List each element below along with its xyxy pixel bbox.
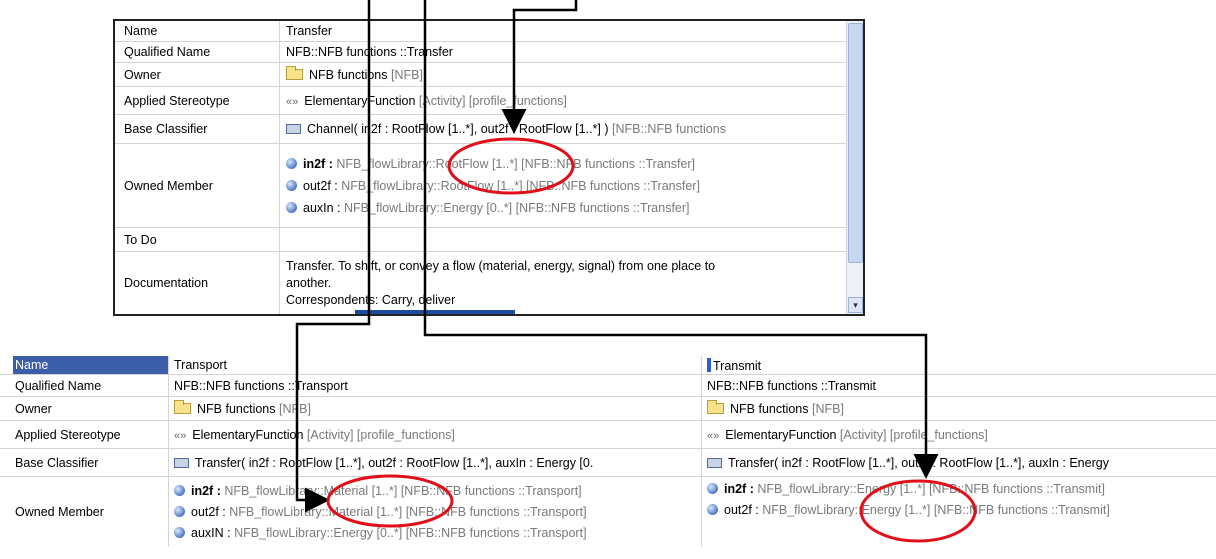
label-owner: Owner xyxy=(120,63,280,86)
row-owner[interactable]: Owner NFB functions [NFB] xyxy=(115,63,848,87)
transmit-qualified-name: NFB::NFB functions ::Transmit xyxy=(707,378,877,393)
brow-owned-member[interactable]: Owned Member in2f : NFB_flowLibrary::Mat… xyxy=(0,477,1216,547)
transport-qualified-name: NFB::NFB functions ::Transport xyxy=(174,378,348,393)
member-in2f[interactable]: in2f : NFB_flowLibrary::RootFlow [1..*] … xyxy=(286,153,848,175)
bottom-properties-panel: Name Transport Transmit Qualified Name N… xyxy=(0,356,1216,556)
stereotype-icon: «» xyxy=(286,95,299,108)
class-icon xyxy=(707,457,722,468)
row-name[interactable]: Name Transfer xyxy=(115,21,848,42)
blabel-base-classifier: Base Classifier xyxy=(15,455,99,470)
column-divider xyxy=(701,356,702,547)
label-to-do: To Do xyxy=(120,228,280,251)
value-owner: NFB functions xyxy=(309,67,388,82)
doc-line-1: Transfer. To shift, or convey a flow (ma… xyxy=(286,258,716,273)
brow-name[interactable]: Name Transport Transmit xyxy=(0,356,1216,375)
label-documentation: Documentation xyxy=(120,252,280,314)
property-icon xyxy=(174,484,185,496)
selection-indicator xyxy=(355,310,515,314)
folder-icon xyxy=(174,399,191,414)
transport-member-in2f[interactable]: in2f : NFB_flowLibrary::Material [1..*] … xyxy=(174,481,700,502)
property-icon xyxy=(174,505,185,517)
value-name: Transfer xyxy=(286,24,333,38)
property-icon xyxy=(707,504,718,515)
member-out2f[interactable]: out2f : NFB_flowLibrary::RootFlow [1..*]… xyxy=(286,175,848,197)
scrollbar-thumb[interactable] xyxy=(848,23,863,263)
row-qualified-name[interactable]: Qualified Name NFB::NFB functions ::Tran… xyxy=(115,42,848,63)
column-divider xyxy=(168,356,169,547)
class-icon xyxy=(174,457,189,468)
row-owned-member[interactable]: Owned Member in2f : NFB_flowLibrary::Roo… xyxy=(115,144,848,228)
row-to-do[interactable]: To Do xyxy=(115,228,848,252)
property-icon xyxy=(286,157,297,169)
member-auxin[interactable]: auxIn : NFB_flowLibrary::Energy [0..*] [… xyxy=(286,197,848,219)
label-name: Name xyxy=(120,21,280,41)
transmit-name: Transmit xyxy=(707,357,1216,373)
brow-applied-stereotype[interactable]: Applied Stereotype «» ElementaryFunction … xyxy=(0,421,1216,449)
folder-icon xyxy=(286,65,303,80)
property-icon xyxy=(286,179,297,191)
row-documentation[interactable]: Documentation Transfer. To shift, or con… xyxy=(115,252,848,314)
transport-member-auxin[interactable]: auxIN : NFB_flowLibrary::Energy [0..*] [… xyxy=(174,523,700,544)
brow-owner[interactable]: Owner NFB functions [NFB] NFB functions … xyxy=(0,397,1216,421)
stereotype-icon: «» xyxy=(174,429,187,442)
property-icon xyxy=(286,201,297,213)
blabel-qualified-name: Qualified Name xyxy=(15,378,102,393)
brow-qualified-name[interactable]: Qualified Name NFB::NFB functions ::Tran… xyxy=(0,375,1216,397)
property-icon xyxy=(174,526,185,538)
folder-icon xyxy=(707,399,724,414)
label-base-classifier: Base Classifier xyxy=(120,115,280,143)
doc-line-3: Correspondents: Carry, deliver xyxy=(286,292,456,307)
row-applied-stereotype[interactable]: Applied Stereotype «» ElementaryFunction … xyxy=(115,87,848,115)
value-qualified-name: NFB::NFB functions ::Transfer xyxy=(286,45,453,59)
value-stereotype: ElementaryFunction xyxy=(304,93,416,108)
property-icon xyxy=(707,483,718,494)
blabel-applied-stereotype: Applied Stereotype xyxy=(15,427,121,442)
vertical-scrollbar[interactable]: ▾ xyxy=(846,21,863,314)
stereotype-icon: «» xyxy=(707,429,720,442)
brow-base-classifier[interactable]: Base Classifier Transfer( in2f : RootFlo… xyxy=(0,449,1216,477)
value-base-classifier: Channel( in2f : RootFlow [1..*], out2f :… xyxy=(307,122,609,136)
transport-member-out2f[interactable]: out2f : NFB_flowLibrary::Material [1..*]… xyxy=(174,502,700,523)
row-base-classifier[interactable]: Base Classifier Channel( in2f : RootFlow… xyxy=(115,115,848,144)
label-qualified-name: Qualified Name xyxy=(120,42,280,62)
blabel-owned-member: Owned Member xyxy=(15,505,104,519)
transport-name: Transport xyxy=(174,358,228,372)
blabel-name: Name xyxy=(13,356,168,374)
label-owned-member: Owned Member xyxy=(120,144,280,227)
transmit-member-out2f[interactable]: out2f : NFB_flowLibrary::Energy [1..*] [… xyxy=(707,500,1216,521)
transfer-properties-panel: Name Transfer Qualified Name NFB::NFB fu… xyxy=(113,19,865,316)
scroll-down-button[interactable]: ▾ xyxy=(848,297,863,313)
label-applied-stereotype: Applied Stereotype xyxy=(120,87,280,114)
blabel-owner: Owner xyxy=(15,401,52,416)
class-icon xyxy=(286,124,301,134)
transmit-member-in2f[interactable]: in2f : NFB_flowLibrary::Energy [1..*] [N… xyxy=(707,479,1216,500)
doc-line-2: another. xyxy=(286,275,332,290)
